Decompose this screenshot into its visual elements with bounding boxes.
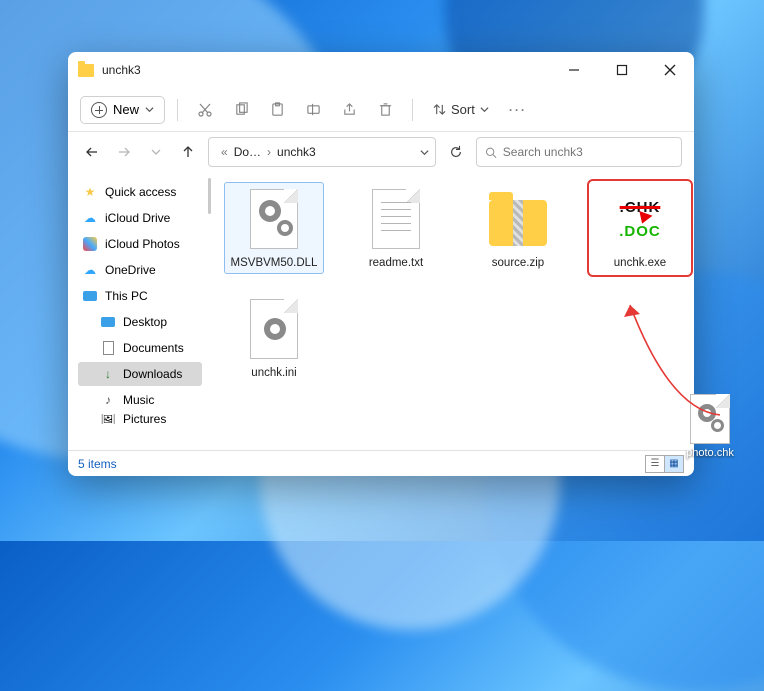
sort-button[interactable]: Sort (425, 98, 497, 121)
chk-file-icon (690, 394, 730, 444)
search-input[interactable] (503, 145, 673, 159)
chevron-down-icon (480, 105, 489, 114)
sidebar-item-music[interactable]: ♪ Music (78, 388, 202, 412)
sidebar-item-label: OneDrive (105, 263, 156, 277)
plus-icon (91, 102, 107, 118)
monitor-icon (100, 314, 116, 330)
more-button[interactable]: ··· (503, 96, 533, 124)
document-icon (100, 340, 116, 356)
sidebar-item-label: Downloads (123, 367, 182, 381)
unchk-exe-icon: .CHK .DOC (608, 187, 672, 251)
cloud-icon: ☁ (82, 210, 98, 226)
file-label: unchk.exe (614, 257, 666, 269)
cut-icon[interactable] (190, 96, 220, 124)
titlebar[interactable]: unchk3 (68, 52, 694, 88)
dll-file-icon (242, 187, 306, 251)
forward-button[interactable] (112, 140, 136, 164)
text-file-icon (364, 187, 428, 251)
file-label: readme.txt (369, 257, 423, 269)
file-item[interactable]: source.zip (468, 182, 568, 274)
desktop-file-label: photo.chk (686, 447, 734, 459)
back-button[interactable] (80, 140, 104, 164)
sidebar-item-pictures[interactable]: 🖼 Pictures (78, 414, 202, 424)
paste-icon[interactable] (262, 96, 292, 124)
sidebar-item-label: Pictures (123, 414, 166, 424)
sidebar-item-label: Desktop (123, 315, 167, 329)
sidebar-item-label: iCloud Photos (105, 237, 180, 251)
search-box[interactable] (476, 137, 682, 167)
sidebar-item-label: Quick access (105, 185, 176, 199)
breadcrumb-sep: « (221, 145, 228, 159)
sidebar-item-onedrive[interactable]: ☁ OneDrive (78, 258, 202, 282)
pictures-icon: 🖼 (100, 414, 116, 424)
sidebar: ★ Quick access ☁ iCloud Drive iCloud Photo… (68, 172, 206, 450)
cloud-icon: ☁ (82, 262, 98, 278)
new-button[interactable]: New (80, 96, 165, 124)
sidebar-item-label: This PC (105, 289, 148, 303)
folder-icon (78, 64, 94, 77)
up-button[interactable] (176, 140, 200, 164)
file-item[interactable]: readme.txt (346, 182, 446, 274)
music-icon: ♪ (100, 392, 116, 408)
separator (177, 99, 178, 121)
new-label: New (113, 102, 139, 117)
file-pane[interactable]: MSVBVM50.DLL readme.txt source.zip (212, 172, 694, 450)
sidebar-item-icloud-drive[interactable]: ☁ iCloud Drive (78, 206, 202, 230)
ini-file-icon (242, 297, 306, 361)
chevron-down-icon[interactable] (420, 148, 429, 157)
chevron-right-icon: › (267, 145, 271, 159)
file-label: MSVBVM50.DLL (231, 257, 318, 269)
view-switcher[interactable]: ☰ ▦ (645, 455, 684, 473)
explorer-window: unchk3 New Sort (68, 52, 694, 476)
search-icon (485, 146, 497, 159)
separator (412, 99, 413, 121)
sidebar-item-documents[interactable]: Documents (78, 336, 202, 360)
close-button[interactable] (656, 56, 684, 84)
file-label: unchk.ini (251, 367, 296, 379)
star-icon: ★ (82, 184, 98, 200)
sidebar-item-label: Documents (123, 341, 184, 355)
copy-icon[interactable] (226, 96, 256, 124)
file-item[interactable]: MSVBVM50.DLL (224, 182, 324, 274)
chevron-down-icon (145, 105, 154, 114)
sidebar-item-label: iCloud Drive (105, 211, 170, 225)
monitor-icon (82, 288, 98, 304)
breadcrumb-segment[interactable]: unchk3 (277, 145, 316, 159)
zip-file-icon (486, 187, 550, 251)
file-item[interactable]: unchk.ini (224, 292, 324, 384)
file-item[interactable]: .CHK .DOC unchk.exe (590, 182, 690, 274)
delete-icon[interactable] (370, 96, 400, 124)
sidebar-item-icloud-photos[interactable]: iCloud Photos (78, 232, 202, 256)
address-bar[interactable]: « Do… › unchk3 (208, 137, 436, 167)
refresh-button[interactable] (444, 145, 468, 159)
details-view-button[interactable]: ☰ (645, 455, 665, 473)
sidebar-item-desktop[interactable]: Desktop (78, 310, 202, 334)
desktop-file[interactable]: photo.chk (682, 394, 738, 459)
item-count: 5 items (78, 457, 117, 471)
sidebar-item-this-pc[interactable]: This PC (78, 284, 202, 308)
maximize-button[interactable] (608, 56, 636, 84)
sidebar-item-downloads[interactable]: ↓ Downloads (78, 362, 202, 386)
file-label: source.zip (492, 257, 544, 269)
rename-icon[interactable] (298, 96, 328, 124)
share-icon[interactable] (334, 96, 364, 124)
sidebar-item-quick-access[interactable]: ★ Quick access (78, 180, 202, 204)
unchk-icon-bottom: .DOC (619, 223, 661, 240)
icons-view-button[interactable]: ▦ (664, 455, 684, 473)
status-bar: 5 items ☰ ▦ (68, 450, 694, 476)
sidebar-item-label: Music (123, 393, 154, 407)
nav-row: « Do… › unchk3 (68, 132, 694, 172)
toolbar: New Sort ··· (68, 88, 694, 132)
recent-dropdown[interactable] (144, 140, 168, 164)
photos-icon (82, 236, 98, 252)
sort-label: Sort (451, 102, 475, 117)
sort-icon (433, 103, 446, 116)
window-title: unchk3 (102, 63, 141, 77)
breadcrumb-segment[interactable]: Do… (234, 145, 261, 159)
minimize-button[interactable] (560, 56, 588, 84)
download-icon: ↓ (100, 366, 116, 382)
